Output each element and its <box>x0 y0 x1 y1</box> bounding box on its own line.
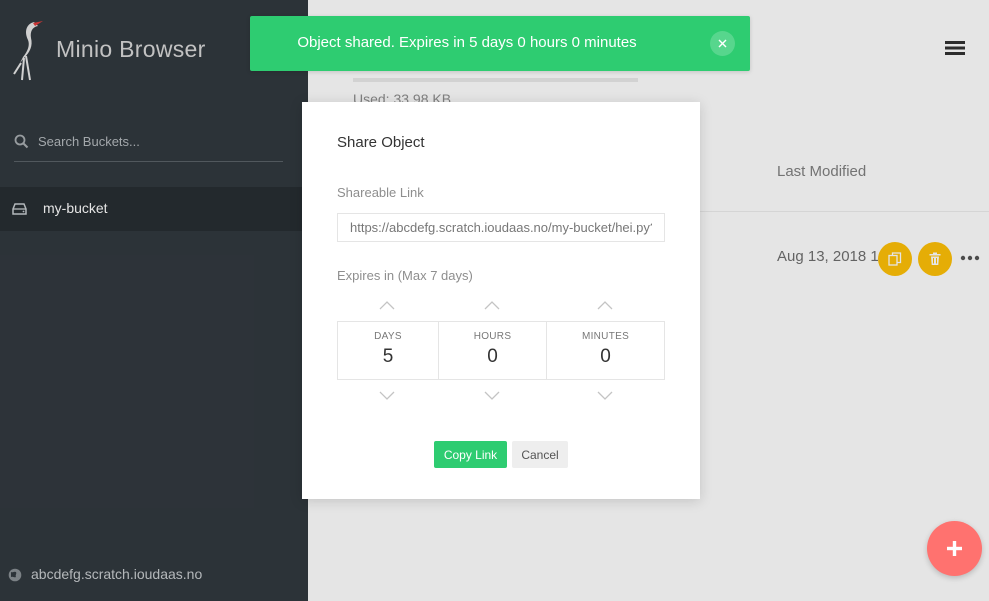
days-increase-icon[interactable] <box>379 301 395 310</box>
modal-title: Share Object <box>337 134 425 151</box>
copy-link-button[interactable]: Copy Link <box>434 441 507 468</box>
plus-icon <box>947 541 962 556</box>
minutes-increase-icon[interactable] <box>597 301 613 310</box>
days-value: 5 <box>382 346 394 367</box>
days-label: DAYS <box>374 331 402 342</box>
expiry-label: Expires in (Max 7 days) <box>337 268 473 283</box>
shareable-link-input[interactable] <box>337 213 665 242</box>
hours-value: 0 <box>487 346 498 367</box>
expiry-selector: DAYS 5 HOURS 0 MINUTES 0 <box>337 321 665 380</box>
close-icon <box>718 39 727 48</box>
hours-increase-icon[interactable] <box>484 301 500 310</box>
hours-label: HOURS <box>473 331 512 342</box>
toast-notification: Object shared. Expires in 5 days 0 hours… <box>250 16 750 71</box>
toast-close-button[interactable] <box>710 31 735 56</box>
days-decrease-icon[interactable] <box>379 391 395 400</box>
hours-decrease-icon[interactable] <box>484 391 500 400</box>
expiry-hours: HOURS 0 <box>438 322 546 379</box>
cancel-button[interactable]: Cancel <box>512 441 568 468</box>
minutes-label: MINUTES <box>581 331 630 342</box>
expiry-days: DAYS 5 <box>338 322 438 379</box>
minutes-value: 0 <box>600 346 611 367</box>
expiry-minutes: MINUTES 0 <box>546 322 664 379</box>
shareable-link-label: Shareable Link <box>337 185 424 200</box>
minutes-decrease-icon[interactable] <box>597 391 613 400</box>
add-fab-button[interactable] <box>927 521 982 576</box>
toast-message: Object shared. Expires in 5 days 0 hours… <box>297 34 637 51</box>
share-object-modal: Share Object Shareable Link Expires in (… <box>302 102 700 499</box>
